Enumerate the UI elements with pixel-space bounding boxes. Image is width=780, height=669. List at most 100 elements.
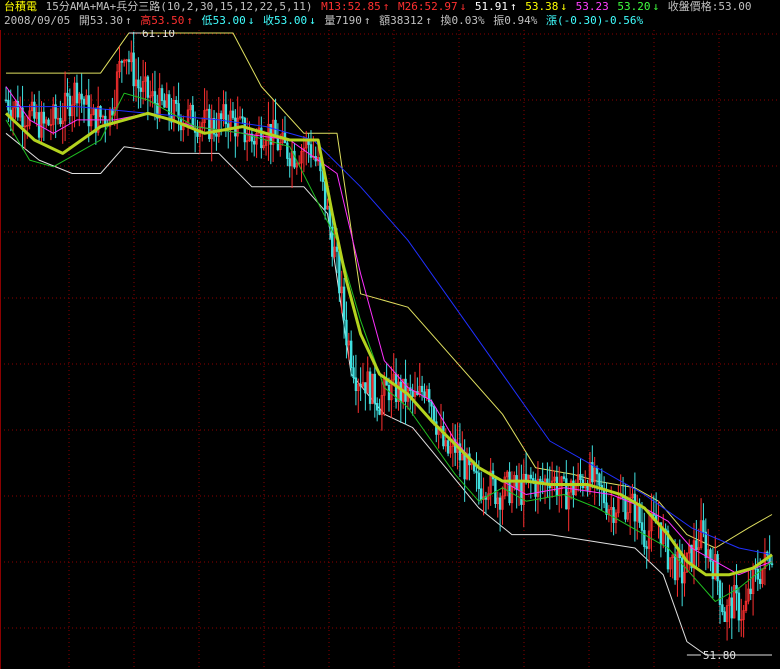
open-value: 開53.30 <box>78 14 123 27</box>
v2-value: 53.38 <box>525 0 559 13</box>
ma-magenta-line <box>5 86 773 576</box>
open-arrow: ↑ <box>124 14 132 27</box>
candle-body <box>695 540 698 550</box>
candle-body <box>163 100 166 108</box>
low-arrow: ↓ <box>247 14 255 27</box>
ma-blue-line <box>6 106 773 556</box>
candle-body <box>718 580 722 605</box>
candle-body <box>293 150 296 168</box>
candle-body <box>756 568 760 580</box>
candle-body <box>87 95 90 127</box>
candle-body <box>770 563 774 565</box>
candle-body <box>480 488 483 500</box>
quote-date: 2008/09/05 <box>4 14 71 27</box>
candle-body <box>730 597 734 619</box>
candle-body <box>709 549 712 562</box>
volume-value: 量7190 <box>324 14 362 27</box>
candle-body <box>208 108 211 140</box>
ama-line <box>4 111 773 577</box>
candle-body <box>139 87 142 92</box>
price-chart[interactable]: 61.10 51.80 <box>0 30 780 669</box>
candle-body <box>68 95 72 117</box>
candle-body <box>721 604 724 613</box>
candle-body <box>572 480 575 496</box>
candle-body <box>524 473 528 481</box>
quote-header: 2008/09/05 開53.30 ↑ 高53.50 ↑ 低53.00 ↓ 收53.0… <box>4 14 645 28</box>
candle-body <box>47 119 50 126</box>
candle-body <box>704 531 708 558</box>
candle-body <box>80 93 83 100</box>
candle-body <box>702 520 705 533</box>
candle-body <box>33 101 36 119</box>
candle-body <box>612 507 615 523</box>
candle-body <box>446 440 450 454</box>
turnover-value: 換0.03% <box>440 14 485 27</box>
candle-body <box>378 409 381 415</box>
candle-body <box>364 382 367 394</box>
indicator-label: 15分AMA+MA+兵分三路(10,2,30,15,12,22,5,11) <box>45 0 313 13</box>
candle-body <box>711 561 715 580</box>
candle-body <box>253 140 256 145</box>
candle-body <box>723 611 726 623</box>
candle-body <box>373 373 377 404</box>
candle-body <box>127 59 131 63</box>
candle-body <box>633 493 637 522</box>
candle-body <box>432 405 436 422</box>
candle-body <box>196 132 199 137</box>
candle-body <box>352 367 355 379</box>
m13-value: M13:52.85 <box>321 0 381 13</box>
candle-body <box>643 530 646 547</box>
candle-body <box>160 88 164 101</box>
candle-body <box>477 472 481 490</box>
volume-arrow: ↑ <box>363 14 371 27</box>
candle-body <box>354 377 358 391</box>
candle-body <box>680 557 684 584</box>
candle-body <box>243 117 246 143</box>
candle-body <box>42 111 46 124</box>
v4-arrow: ↓ <box>652 0 660 13</box>
close-value: 收53.00 <box>262 14 308 27</box>
v4-value: 53.20 <box>617 0 651 13</box>
close-arrow: ↓ <box>309 14 316 27</box>
candle-body <box>99 106 102 118</box>
candle-body <box>595 467 599 475</box>
candle-body <box>673 554 677 581</box>
v3-value: 53.23 <box>575 0 609 13</box>
v1-value: 51.91 <box>474 0 509 13</box>
high-arrow: ↑ <box>186 14 193 27</box>
candle-body <box>555 476 559 496</box>
candle-body <box>345 319 348 346</box>
candle-body <box>120 61 124 63</box>
candle-body <box>498 497 502 510</box>
candle-body <box>175 99 178 104</box>
candle-body <box>645 546 648 549</box>
candle-body <box>463 453 466 480</box>
v1-arrow: ↑ <box>510 0 517 13</box>
change-value: 漲(-0.30)-0.56% <box>545 14 644 27</box>
ma-green-line <box>5 92 773 602</box>
candle-body <box>59 117 62 125</box>
amount-value: 額38312 <box>379 14 424 27</box>
candle-body <box>520 481 523 505</box>
candle-body <box>342 286 346 321</box>
candle-body <box>241 116 244 119</box>
candle-body <box>82 98 86 105</box>
candle-body <box>359 383 362 387</box>
amplitude-value: 振0.94% <box>493 14 538 27</box>
candle-body <box>286 142 289 159</box>
candle-body <box>562 476 566 479</box>
low-value: 低53.00 <box>201 14 246 27</box>
stock-name[interactable]: 台積電 <box>4 0 37 13</box>
candle-body <box>146 76 150 98</box>
candle-body <box>737 592 741 621</box>
candle-body <box>4 99 8 102</box>
candle-body <box>624 497 627 520</box>
candle-body <box>375 403 379 411</box>
candle-body <box>640 522 644 531</box>
candle-body <box>529 474 533 479</box>
v2-arrow: ↓ <box>560 0 568 13</box>
candle-body <box>231 110 235 119</box>
candle-body <box>75 82 79 104</box>
high-value: 高53.50 <box>140 14 185 27</box>
candle-body <box>579 474 582 480</box>
